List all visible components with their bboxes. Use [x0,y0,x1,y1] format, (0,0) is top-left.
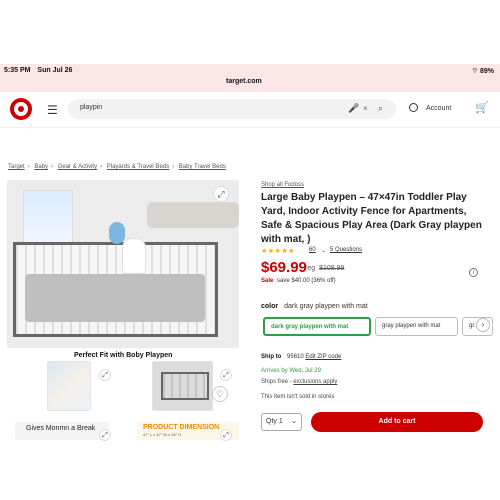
color-option-dark-gray[interactable]: dark gray playpen with mat [263,317,371,336]
questions-link[interactable]: 5 Questions [330,247,362,253]
thumbnail-row-1 [7,361,239,413]
image-caption: Perfect Fit with Boby Playpen [74,352,173,359]
rating-stars: ★★★★★ [261,248,295,255]
status-right: ⌔ 89% [471,67,494,76]
mat-image [25,274,205,322]
target-logo[interactable] [10,98,32,120]
expand-icon[interactable]: ⤢ [99,429,111,441]
mic-icon[interactable]: 🎤 [348,103,359,114]
qty-label: Qty [266,418,277,425]
thumbnail-mat[interactable] [47,361,91,411]
zoom-icon[interactable]: ⤢ [213,186,229,202]
save-text: save $40.00 (36% off) [277,278,336,284]
thumbnail-break-text: Gives Monmn a Break [26,425,96,432]
sale-label: Sale [261,278,274,284]
expand-icon[interactable]: ⤢ [220,429,232,441]
breadcrumb-gear-activity[interactable]: Gear & Activity [58,164,97,170]
color-option-gray[interactable]: gray playpen with mat [375,317,458,336]
battery-level: 89% [479,68,494,75]
status-date: Sun Jul 26 [37,67,73,74]
rating-count[interactable]: 60 [309,247,316,253]
chevron-down-icon: ⌄ [291,418,297,425]
reg-price: $109.99 [319,265,345,272]
account-icon[interactable] [409,103,418,112]
ship-to-zip: 95610 [287,354,304,360]
wifi-icon: ⌔ [471,68,479,75]
edit-zip-link[interactable]: Edit ZIP code [305,354,341,360]
color-row: color dark gray playpen with mat [261,303,368,310]
breadcrumb-playards[interactable]: Playards & Travel Beds [107,164,169,170]
qty-value: 1 [278,418,283,425]
main-product-image[interactable] [7,180,239,348]
sale-info: Sale save $40.00 (36% off) [261,278,336,284]
thumbnail-dimension-title: PRODUCT DIMENSION [143,424,220,431]
color-label: color [261,303,279,310]
breadcrumb-target[interactable]: Target [8,164,25,170]
sofa-decoration [147,202,239,228]
arrival-date: Arrives by Wed, Jul 29 [261,368,321,374]
search-icon[interactable]: ⌕ [378,103,383,114]
cart-icon[interactable]: 🛒 [475,101,489,114]
parent-image [122,238,146,274]
chevron-right-icon[interactable]: › [476,318,490,332]
status-left: 5:35 PM Sun Jul 26 [4,67,77,74]
ships-free: Ships free [261,379,289,385]
product-title: Large Baby Playpen – 47×47in Toddler Pla… [261,192,482,245]
thumbnail-dimension-subtitle: 47" L x 47" W x 26" H [143,432,182,437]
clear-icon[interactable]: × [363,104,368,113]
url-bar[interactable]: target.com [226,78,262,85]
expand-icon[interactable]: ⤢ [220,369,232,381]
sale-price: $69.99 [261,259,307,276]
shipping-info: Ships free - exclusions apply [261,379,338,385]
quantity-select[interactable]: Qty 1 ⌄ [261,413,302,431]
search-input[interactable]: playpin [80,104,102,111]
reg-label: reg [305,265,316,272]
breadcrumb: Target › Baby › Gear & Activity › Playards … [8,164,226,170]
thumbnail-playpen[interactable] [152,361,213,411]
store-availability: This item isn't sold in stores [261,394,335,400]
exclusions-link[interactable]: exclusions apply [293,379,337,385]
ship-to-label: Ship to [261,354,282,360]
screen: 5:35 PM Sun Jul 26 ⌔ 89% target.com ☰ pl… [0,0,500,500]
regular-price: reg $109.99 [305,265,344,272]
breadcrumb-baby-travel-beds[interactable]: Baby Travel Beds [179,164,226,170]
breadcrumb-baby[interactable]: Baby [34,164,48,170]
favorite-icon[interactable]: ♡ [212,386,228,402]
account-label[interactable]: Account [426,105,451,112]
shop-all-link[interactable]: Shop all Fodoss [261,182,304,188]
search-box[interactable]: playpin 🎤 × ⌕ [68,99,396,119]
rating-chevron-icon[interactable]: ⌄ [321,247,326,254]
expand-icon[interactable]: ⤢ [99,369,111,381]
ship-to: Ship to 95610 Edit ZIP code [261,354,341,360]
status-time: 5:35 PM [4,67,31,74]
color-value: dark gray playpen with mat [284,303,368,310]
menu-icon[interactable]: ☰ [47,103,58,117]
info-icon[interactable]: i [469,268,478,277]
add-to-cart-button[interactable]: Add to cart [311,412,483,432]
baby-image [109,222,125,244]
